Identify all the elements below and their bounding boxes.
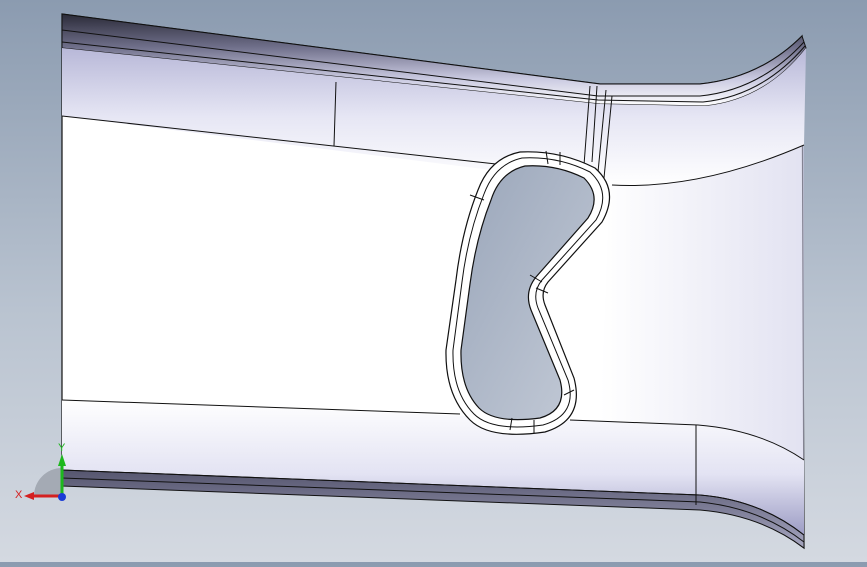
- x-axis-label: X: [15, 489, 23, 501]
- triad-base-disc: [34, 468, 62, 496]
- coordinate-triad: Y X: [14, 440, 74, 510]
- sheet-metal-part-model[interactable]: [0, 0, 867, 562]
- x-axis-arrowhead: [24, 492, 34, 500]
- y-axis-label: Y: [58, 442, 66, 454]
- z-axis-dot: [58, 493, 66, 501]
- graphics-viewport[interactable]: Y X: [0, 0, 867, 562]
- y-axis-arrowhead: [58, 454, 66, 466]
- right-bend-face[interactable]: [600, 145, 804, 460]
